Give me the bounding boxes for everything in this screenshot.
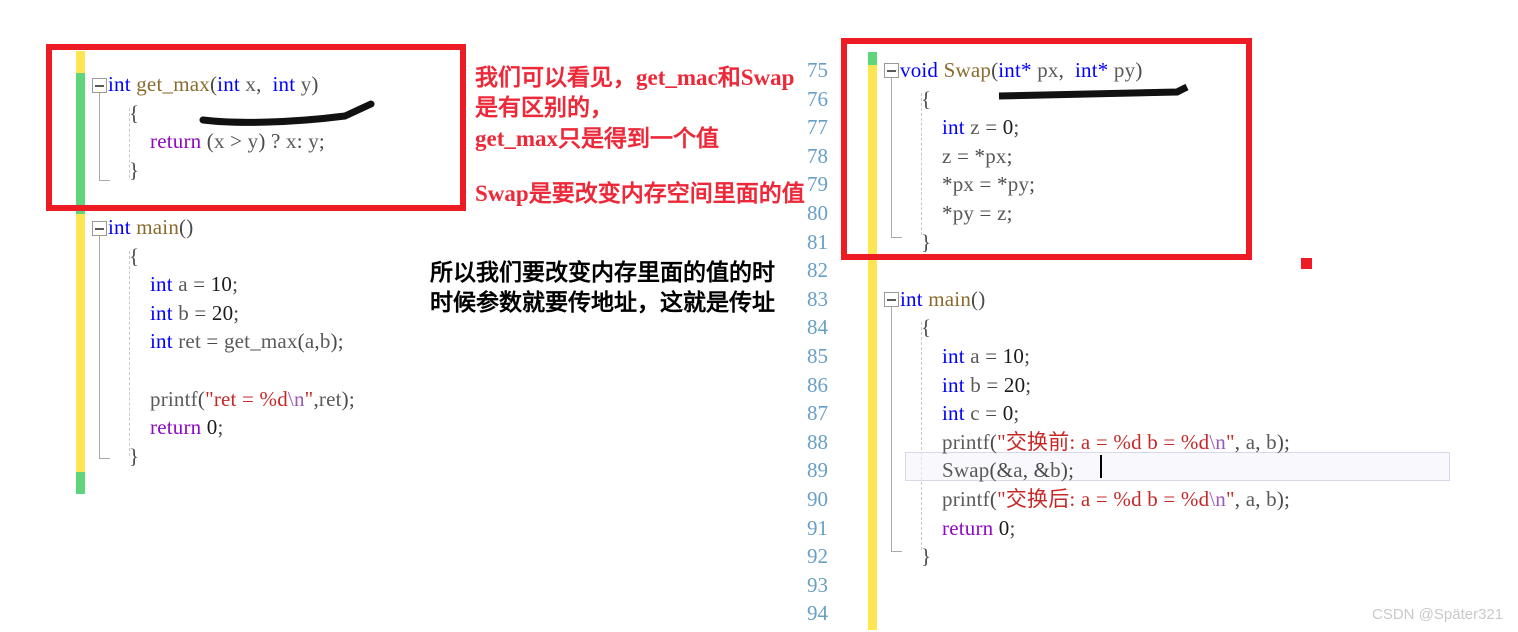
code-token: a xyxy=(1245,429,1256,454)
line-number: 76 xyxy=(807,86,828,111)
code-token: ); xyxy=(1276,486,1291,511)
code-token: Swap xyxy=(942,458,990,483)
code-token: } xyxy=(921,544,932,569)
code-line[interactable]: } xyxy=(900,542,1290,571)
code-token: , xyxy=(1255,429,1267,454)
code-token: , xyxy=(1234,429,1246,454)
code-token: ; xyxy=(1013,401,1020,426)
code-token: return xyxy=(942,515,994,540)
code-token: () xyxy=(971,286,986,311)
code-line[interactable]: int b = 20; xyxy=(900,371,1290,400)
code-line[interactable] xyxy=(900,599,1290,628)
code-line[interactable]: { xyxy=(900,313,1290,342)
code-token: \n xyxy=(1209,486,1227,511)
code-token: = xyxy=(979,343,1003,368)
fold-toggle-main-right[interactable] xyxy=(884,292,899,307)
code-token: , xyxy=(1255,486,1267,511)
code-token: int xyxy=(942,372,971,397)
code-token: b xyxy=(1266,429,1277,454)
code-token: ; xyxy=(1025,372,1032,397)
code-line[interactable]: int c = 0; xyxy=(900,399,1290,428)
code-line[interactable]: return 0; xyxy=(900,514,1290,543)
code-token: int xyxy=(942,343,971,368)
line-number: 91 xyxy=(807,515,828,540)
code-token: printf xyxy=(942,429,990,454)
line-number: 92 xyxy=(807,544,828,569)
code-token: int xyxy=(942,401,971,426)
code-token: ; xyxy=(1009,515,1016,540)
code-token: ( xyxy=(989,486,998,511)
code-token: , xyxy=(1234,486,1246,511)
code-token: "交换后: a = %d b = %d xyxy=(997,486,1210,511)
code-line[interactable]: Swap(&a, &b); xyxy=(900,456,1290,485)
line-number: 82 xyxy=(807,258,828,283)
fold-connector-main-right xyxy=(891,307,892,551)
line-number: 80 xyxy=(807,200,828,225)
code-token: c xyxy=(970,401,980,426)
code-token: "交换前: a = %d b = %d xyxy=(997,429,1210,454)
code-token: printf xyxy=(942,486,990,511)
code-line[interactable] xyxy=(900,256,1290,285)
line-number: 81 xyxy=(807,229,828,254)
line-number: 78 xyxy=(807,143,828,168)
code-token: a xyxy=(1013,458,1023,483)
code-token: a xyxy=(970,343,980,368)
code-token: " xyxy=(1226,486,1235,511)
line-number: 75 xyxy=(807,58,828,82)
code-token: 20 xyxy=(1003,372,1026,397)
line-number: 83 xyxy=(807,286,828,311)
code-token: = xyxy=(979,401,1003,426)
line-number: 90 xyxy=(807,486,828,511)
code-token: ; xyxy=(1024,343,1031,368)
code-token: 10 xyxy=(1002,343,1025,368)
code-line[interactable]: printf("交换后: a = %d b = %d\n", a, b); xyxy=(900,485,1290,514)
code-token: b xyxy=(1050,458,1061,483)
line-number-gutter: 75 76 77 78 79 80 81 82 83 84 85 86 87 88 89 90 91 92 93 94 xyxy=(786,56,828,628)
code-token: ( xyxy=(989,429,998,454)
code-token: { xyxy=(921,315,932,340)
code-token: 0 xyxy=(1002,401,1014,426)
code-token: ); xyxy=(1276,429,1291,454)
line-number: 77 xyxy=(807,115,828,140)
line-number: 93 xyxy=(807,572,828,597)
code-token: b xyxy=(1266,486,1277,511)
right-code-editor[interactable]: 75 76 77 78 79 80 81 82 83 84 85 86 87 88 89 90 91 92 93 94… xyxy=(0,0,1518,632)
code-line[interactable] xyxy=(900,571,1290,600)
code-token: = xyxy=(980,372,1004,397)
code-token: int xyxy=(900,286,929,311)
code-line[interactable]: printf("交换前: a = %d b = %d\n", a, b); xyxy=(900,428,1290,457)
code-token: (& xyxy=(989,458,1014,483)
code-token: , & xyxy=(1022,458,1051,483)
line-number: 79 xyxy=(807,172,828,197)
line-number: 84 xyxy=(807,315,828,340)
code-token: \n xyxy=(1209,429,1227,454)
code-line[interactable]: int a = 10; xyxy=(900,342,1290,371)
code-line[interactable]: int main() xyxy=(900,285,1290,314)
red-dot-marker xyxy=(1301,258,1312,269)
line-number: 89 xyxy=(807,458,828,483)
code-token: b xyxy=(970,372,981,397)
line-number: 88 xyxy=(807,429,828,454)
code-token: 0 xyxy=(998,515,1010,540)
highlight-box-swap xyxy=(841,38,1252,260)
code-token: a xyxy=(1245,486,1256,511)
line-number: 87 xyxy=(807,401,828,426)
line-number: 94 xyxy=(807,601,828,626)
code-token: " xyxy=(1226,429,1235,454)
line-number: 85 xyxy=(807,343,828,368)
csdn-watermark: CSDN @Später321 xyxy=(1372,606,1504,623)
screenshot-root: int get_max(int x, int y){return (x > y)… xyxy=(0,0,1518,632)
line-number: 86 xyxy=(807,372,828,397)
code-token: ); xyxy=(1060,458,1075,483)
code-token: main xyxy=(928,286,972,311)
